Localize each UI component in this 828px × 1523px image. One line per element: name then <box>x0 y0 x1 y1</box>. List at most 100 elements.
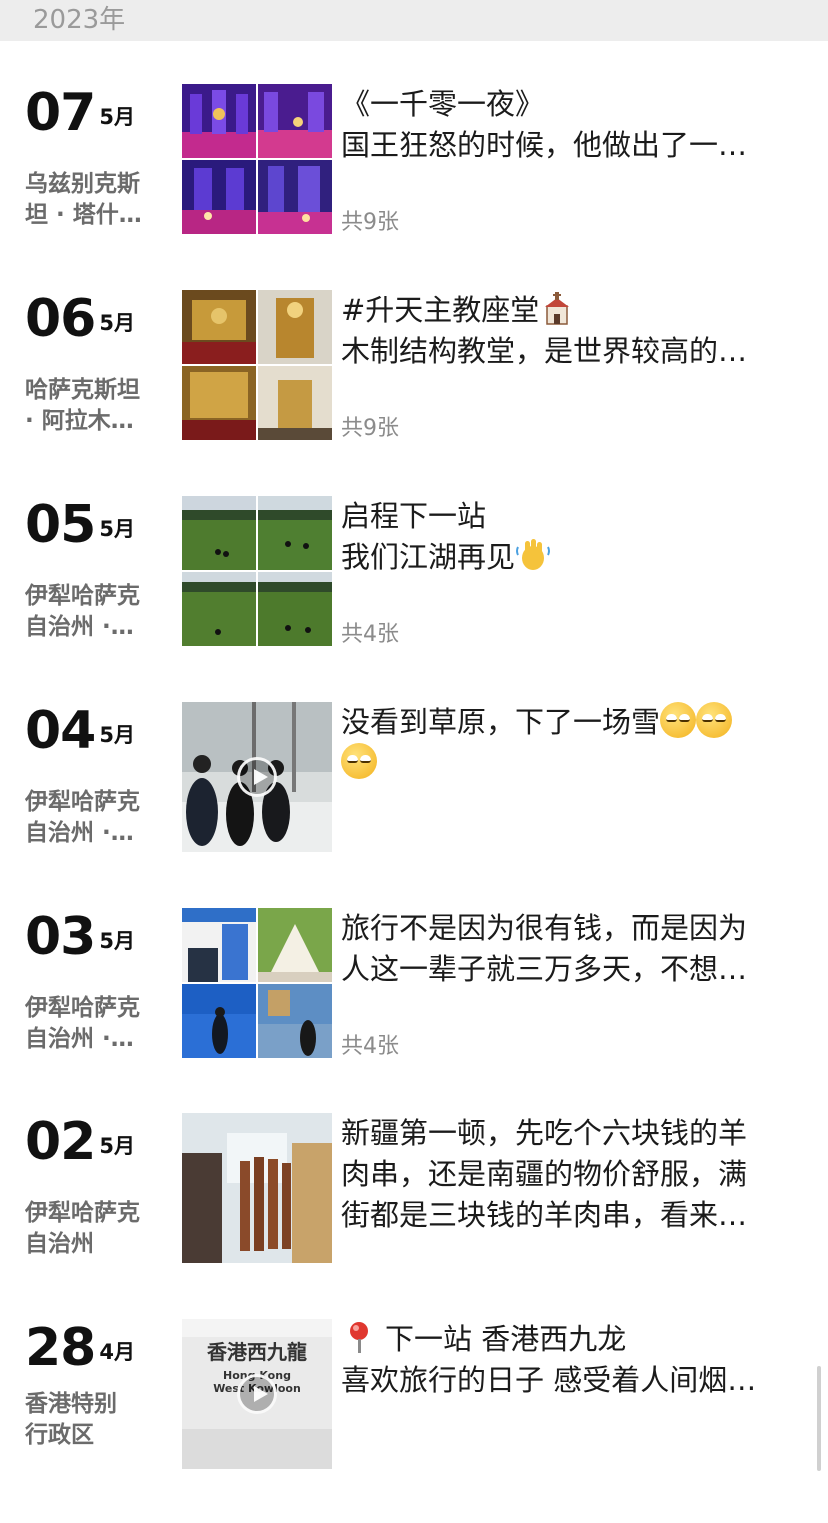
photo-grid[interactable] <box>182 908 332 1058</box>
post-text-line: 街都是三块钱的羊肉串，看来… <box>341 1198 748 1232</box>
post-location-line: 自治州 ·… <box>25 1026 134 1052</box>
photo-thumbnail[interactable] <box>258 290 332 364</box>
video-thumbnail[interactable]: 香港西九龍 Hong Kong West Kowloon <box>182 1319 332 1469</box>
photo-thumbnail[interactable] <box>258 496 332 570</box>
photo-thumbnail[interactable] <box>258 908 332 982</box>
post-location-line: 自治州 ·… <box>25 820 134 846</box>
photo-thumbnail[interactable] <box>182 572 256 646</box>
post-location-line: 自治州 <box>25 1231 94 1257</box>
face-with-rolling-eyes-icon <box>660 702 697 738</box>
post-location-line: 哈萨克斯坦 <box>25 377 140 403</box>
photo-thumbnail[interactable] <box>182 160 256 234</box>
post-text: 新疆第一顿，先吃个六块钱的羊 肉串，还是南疆的物价舒服，满 街都是三块钱的羊肉串，看… <box>341 1113 803 1236</box>
post-text-line: 我们江湖再见 <box>341 540 516 574</box>
post-text: 《一千零一夜》国王狂怒的时候，他做出了一… <box>341 84 803 166</box>
post-day: 04 <box>25 701 96 761</box>
post-location: 伊犁哈萨克自治州 ·… <box>25 787 159 849</box>
post-date: 28 4月 <box>25 1321 135 1375</box>
post-location: 香港特别 行政区 <box>25 1389 159 1451</box>
post-text-line: 国王狂怒的时候，他做出了一… <box>341 128 748 162</box>
post-location-line: 香港特别 <box>25 1391 117 1417</box>
photo-count: 共9张 <box>341 416 399 441</box>
photo-thumbnail[interactable] <box>182 366 256 440</box>
post-text-line: 启程下一站 <box>341 499 487 533</box>
photo-thumbnail[interactable] <box>258 160 332 234</box>
timeline-post[interactable]: 03 5月 伊犁哈萨克自治州 ·… 旅行不是因为很有钱，而是因为 人这一辈子就三万多… <box>0 908 828 1068</box>
timeline-post[interactable]: 05 5月 伊犁哈萨克自治州 ·… 启程下一站我们江湖再见 共4张 <box>0 496 828 656</box>
sign-chinese: 香港西九龍 <box>207 1340 307 1364</box>
year-label: 2023年 <box>33 5 126 35</box>
photo-thumbnail[interactable] <box>182 496 256 570</box>
post-day: 02 <box>25 1112 96 1172</box>
post-text-line: 没看到草原，下了一场雪 <box>341 705 661 739</box>
post-location-line: 行政区 <box>25 1422 94 1448</box>
video-thumbnail[interactable] <box>182 702 332 852</box>
post-location-line: 自治州 ·… <box>25 614 134 640</box>
timeline-post[interactable]: 06 5月 哈萨克斯坦 · 阿拉木… #升天主教座堂 木制结构教堂，是世界较高的… … <box>0 290 828 450</box>
waving-hand-icon <box>515 537 551 573</box>
post-text-line: 下一站 香港西九龙 <box>385 1322 627 1356</box>
scrollbar[interactable] <box>817 1366 821 1471</box>
photo-grid[interactable] <box>182 290 332 440</box>
timeline-post[interactable]: 02 5月 伊犁哈萨克 自治州 新疆第一顿，先吃个六块钱的羊 肉串，还是南疆的物价舒服… <box>0 1113 828 1273</box>
post-text-line: 《一千零一夜》 <box>341 87 545 121</box>
play-icon[interactable] <box>237 757 277 797</box>
post-location-line: 伊犁哈萨克 <box>25 789 140 815</box>
post-text: 下一站 香港西九龙喜欢旅行的日子 感受着人间烟… <box>341 1319 803 1401</box>
face-with-rolling-eyes-icon <box>341 743 377 779</box>
post-location: 乌兹别克斯坦 · 塔什… <box>25 169 159 231</box>
photo-thumbnail[interactable] <box>182 290 256 364</box>
post-text-line: 肉串，还是南疆的物价舒服，满 <box>341 1157 748 1191</box>
post-date: 02 5月 <box>25 1115 135 1169</box>
post-location-line: 伊犁哈萨克 <box>25 583 140 609</box>
post-month: 5月 <box>99 929 135 953</box>
post-text-line: 人这一辈子就三万多天，不想… <box>341 952 748 986</box>
post-date: 07 5月 <box>25 86 135 140</box>
photo-thumbnail[interactable] <box>258 366 332 440</box>
post-text: 启程下一站我们江湖再见 <box>341 496 803 578</box>
timeline-post[interactable]: 28 4月 香港特别 行政区 香港西九龍 Hong Kong West Kowloon … <box>0 1319 828 1479</box>
post-month: 5月 <box>99 311 135 335</box>
photo-thumbnail[interactable] <box>258 572 332 646</box>
post-location: 伊犁哈萨克 自治州 <box>25 1198 159 1260</box>
post-text: 没看到草原，下了一场雪 <box>341 702 803 784</box>
post-day: 06 <box>25 289 96 349</box>
post-date: 03 5月 <box>25 910 135 964</box>
photo-thumbnail[interactable] <box>182 84 256 158</box>
post-date: 05 5月 <box>25 498 135 552</box>
play-icon[interactable] <box>237 1374 277 1414</box>
photo-thumbnail[interactable] <box>182 1113 332 1263</box>
photo-grid[interactable] <box>182 84 332 234</box>
post-month: 4月 <box>99 1340 135 1364</box>
post-day: 05 <box>25 495 96 555</box>
post-location: 哈萨克斯坦 · 阿拉木… <box>25 375 159 437</box>
photo-count: 共4张 <box>341 622 399 647</box>
post-month: 5月 <box>99 723 135 747</box>
timeline-post[interactable]: 04 5月 伊犁哈萨克自治州 ·… 没看到草原，下了一场雪 <box>0 702 828 862</box>
face-with-rolling-eyes-icon <box>696 702 733 738</box>
post-day: 28 <box>25 1318 96 1378</box>
post-day: 07 <box>25 83 96 143</box>
year-header: 2023年 <box>0 0 828 41</box>
post-text-line: 喜欢旅行的日子 感受着人间烟… <box>341 1363 757 1397</box>
post-location-line: 伊犁哈萨克 <box>25 995 140 1021</box>
post-location-line: · 阿拉木… <box>25 408 134 434</box>
photo-thumbnail[interactable] <box>258 984 332 1058</box>
post-date: 06 5月 <box>25 292 135 346</box>
post-month: 5月 <box>99 1134 135 1158</box>
round-pushpin-icon <box>341 1319 377 1355</box>
photo-grid[interactable] <box>182 496 332 646</box>
photo-thumbnail[interactable] <box>182 908 256 982</box>
post-location-line: 坦 · 塔什… <box>25 202 142 228</box>
post-date: 04 5月 <box>25 704 135 758</box>
timeline-post[interactable]: 07 5月 乌兹别克斯坦 · 塔什… 《一千零一夜》 国王狂怒的时候，他做出了一… … <box>0 84 828 244</box>
post-location: 伊犁哈萨克自治州 ·… <box>25 581 159 643</box>
photo-thumbnail[interactable] <box>258 84 332 158</box>
photo-count: 共9张 <box>341 210 399 235</box>
post-text-line: 新疆第一顿，先吃个六块钱的羊 <box>341 1116 748 1150</box>
church-icon <box>539 290 575 326</box>
post-text: 旅行不是因为很有钱，而是因为 人这一辈子就三万多天，不想… <box>341 908 803 990</box>
photo-thumbnail[interactable] <box>182 984 256 1058</box>
post-text-line: 木制结构教堂，是世界较高的… <box>341 334 748 368</box>
post-month: 5月 <box>99 105 135 129</box>
